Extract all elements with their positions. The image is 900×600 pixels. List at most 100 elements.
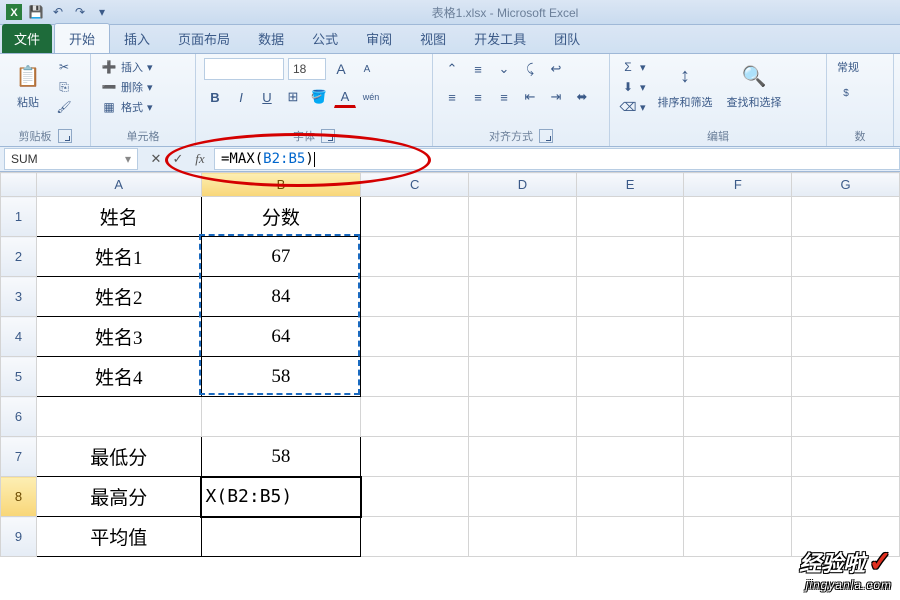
tab-dev[interactable]: 开发工具 (460, 24, 540, 53)
currency-button[interactable]: $ (835, 82, 857, 104)
row-header-4[interactable]: 4 (1, 317, 37, 357)
align-top-button[interactable]: ⌃ (441, 58, 463, 80)
cell[interactable] (792, 437, 900, 477)
cell[interactable] (792, 277, 900, 317)
cell-B3[interactable]: 84 (201, 277, 361, 317)
number-format-combo[interactable]: 常规 (835, 58, 861, 76)
tab-file[interactable]: 文件 (2, 24, 52, 53)
delete-cells-button[interactable]: ➖删除▾ (99, 78, 155, 96)
save-icon[interactable]: 💾 (26, 2, 46, 22)
redo-icon[interactable]: ↷ (70, 2, 90, 22)
indent-inc-button[interactable]: ⇥ (545, 86, 567, 108)
merge-button[interactable]: ⬌ (571, 86, 593, 108)
cell[interactable] (576, 517, 684, 557)
cell[interactable] (684, 517, 792, 557)
col-header-G[interactable]: G (792, 173, 900, 197)
align-left-button[interactable]: ≡ (441, 86, 463, 108)
cell[interactable] (201, 517, 361, 557)
insert-cells-button[interactable]: ➕插入▾ (99, 58, 155, 76)
qat-dropdown-icon[interactable]: ▾ (92, 2, 112, 22)
cell[interactable] (469, 357, 577, 397)
cell[interactable] (469, 477, 577, 517)
tab-home[interactable]: 开始 (54, 23, 110, 53)
cell[interactable] (361, 357, 469, 397)
cell[interactable] (469, 517, 577, 557)
font-color-button[interactable]: A (334, 87, 356, 108)
fx-button[interactable]: fx (190, 149, 210, 169)
tab-review[interactable]: 审阅 (352, 24, 406, 53)
clipboard-launcher-icon[interactable] (58, 129, 72, 143)
cell-B2[interactable]: 67 (201, 237, 361, 277)
autosum-button[interactable]: Σ▾ (618, 58, 648, 76)
cell-A4[interactable]: 姓名3 (36, 317, 201, 357)
row-header-8[interactable]: 8 (1, 477, 37, 517)
cell[interactable] (684, 197, 792, 237)
cell[interactable] (469, 317, 577, 357)
cell-B8[interactable]: X(B2:B5) (201, 477, 361, 517)
phonetic-button[interactable]: wén (360, 86, 382, 108)
row-header-9[interactable]: 9 (1, 517, 37, 557)
col-header-C[interactable]: C (361, 173, 469, 197)
fill-button[interactable]: ⬇▾ (618, 78, 648, 96)
cell[interactable] (469, 397, 577, 437)
cell[interactable] (469, 277, 577, 317)
align-launcher-icon[interactable] (539, 129, 553, 143)
underline-button[interactable]: U (256, 86, 278, 108)
grow-font-button[interactable]: A (330, 58, 352, 80)
italic-button[interactable]: I (230, 86, 252, 108)
fill-color-button[interactable]: 🪣 (308, 86, 330, 108)
tab-layout[interactable]: 页面布局 (164, 24, 244, 53)
cell[interactable] (576, 357, 684, 397)
copy-button[interactable]: ⎘ (54, 78, 74, 96)
cell[interactable] (684, 277, 792, 317)
cell[interactable] (361, 237, 469, 277)
font-name-combo[interactable] (204, 58, 284, 80)
shrink-font-button[interactable]: A (356, 58, 378, 80)
cell[interactable] (361, 517, 469, 557)
font-launcher-icon[interactable] (321, 129, 335, 143)
cell-A5[interactable]: 姓名4 (36, 357, 201, 397)
spreadsheet-grid[interactable]: A B C D E F G 1 姓名 分数 2 姓名1 67 3 姓名2 84 … (0, 172, 900, 557)
col-header-D[interactable]: D (469, 173, 577, 197)
row-header-6[interactable]: 6 (1, 397, 37, 437)
align-bottom-button[interactable]: ⌄ (493, 58, 515, 80)
col-header-E[interactable]: E (576, 173, 684, 197)
format-cells-button[interactable]: ▦格式▾ (99, 98, 155, 116)
indent-dec-button[interactable]: ⇤ (519, 86, 541, 108)
cell[interactable] (469, 237, 577, 277)
paste-button[interactable]: 📋 粘贴 (8, 58, 48, 112)
cell[interactable] (576, 317, 684, 357)
cell[interactable] (684, 477, 792, 517)
select-all-corner[interactable] (1, 173, 37, 197)
cell[interactable] (792, 197, 900, 237)
cell[interactable] (469, 197, 577, 237)
cell[interactable] (36, 397, 201, 437)
sort-filter-button[interactable]: ↕ 排序和筛选 (654, 58, 717, 112)
cell[interactable] (792, 317, 900, 357)
enter-formula-button[interactable]: ✓ (168, 149, 188, 169)
cell-A2[interactable]: 姓名1 (36, 237, 201, 277)
cell[interactable] (469, 437, 577, 477)
cell[interactable] (576, 437, 684, 477)
cell-A1[interactable]: 姓名 (36, 197, 201, 237)
cell[interactable] (576, 477, 684, 517)
cell[interactable] (684, 357, 792, 397)
cell[interactable] (361, 277, 469, 317)
name-box[interactable]: SUM ▾ (4, 148, 138, 170)
tab-data[interactable]: 数据 (244, 24, 298, 53)
wrap-text-button[interactable]: ↩ (545, 58, 567, 80)
cell[interactable] (361, 317, 469, 357)
cell-A9[interactable]: 平均值 (36, 517, 201, 557)
tab-team[interactable]: 团队 (540, 24, 594, 53)
font-size-combo[interactable]: 18 (288, 58, 326, 80)
col-header-A[interactable]: A (36, 173, 201, 197)
cell[interactable] (792, 397, 900, 437)
cell[interactable] (361, 437, 469, 477)
clear-button[interactable]: ⌫▾ (618, 98, 648, 116)
cell[interactable] (361, 477, 469, 517)
cell[interactable] (792, 477, 900, 517)
cell[interactable] (684, 397, 792, 437)
cancel-formula-button[interactable]: ✕ (146, 149, 166, 169)
cell[interactable] (361, 397, 469, 437)
cell-A3[interactable]: 姓名2 (36, 277, 201, 317)
